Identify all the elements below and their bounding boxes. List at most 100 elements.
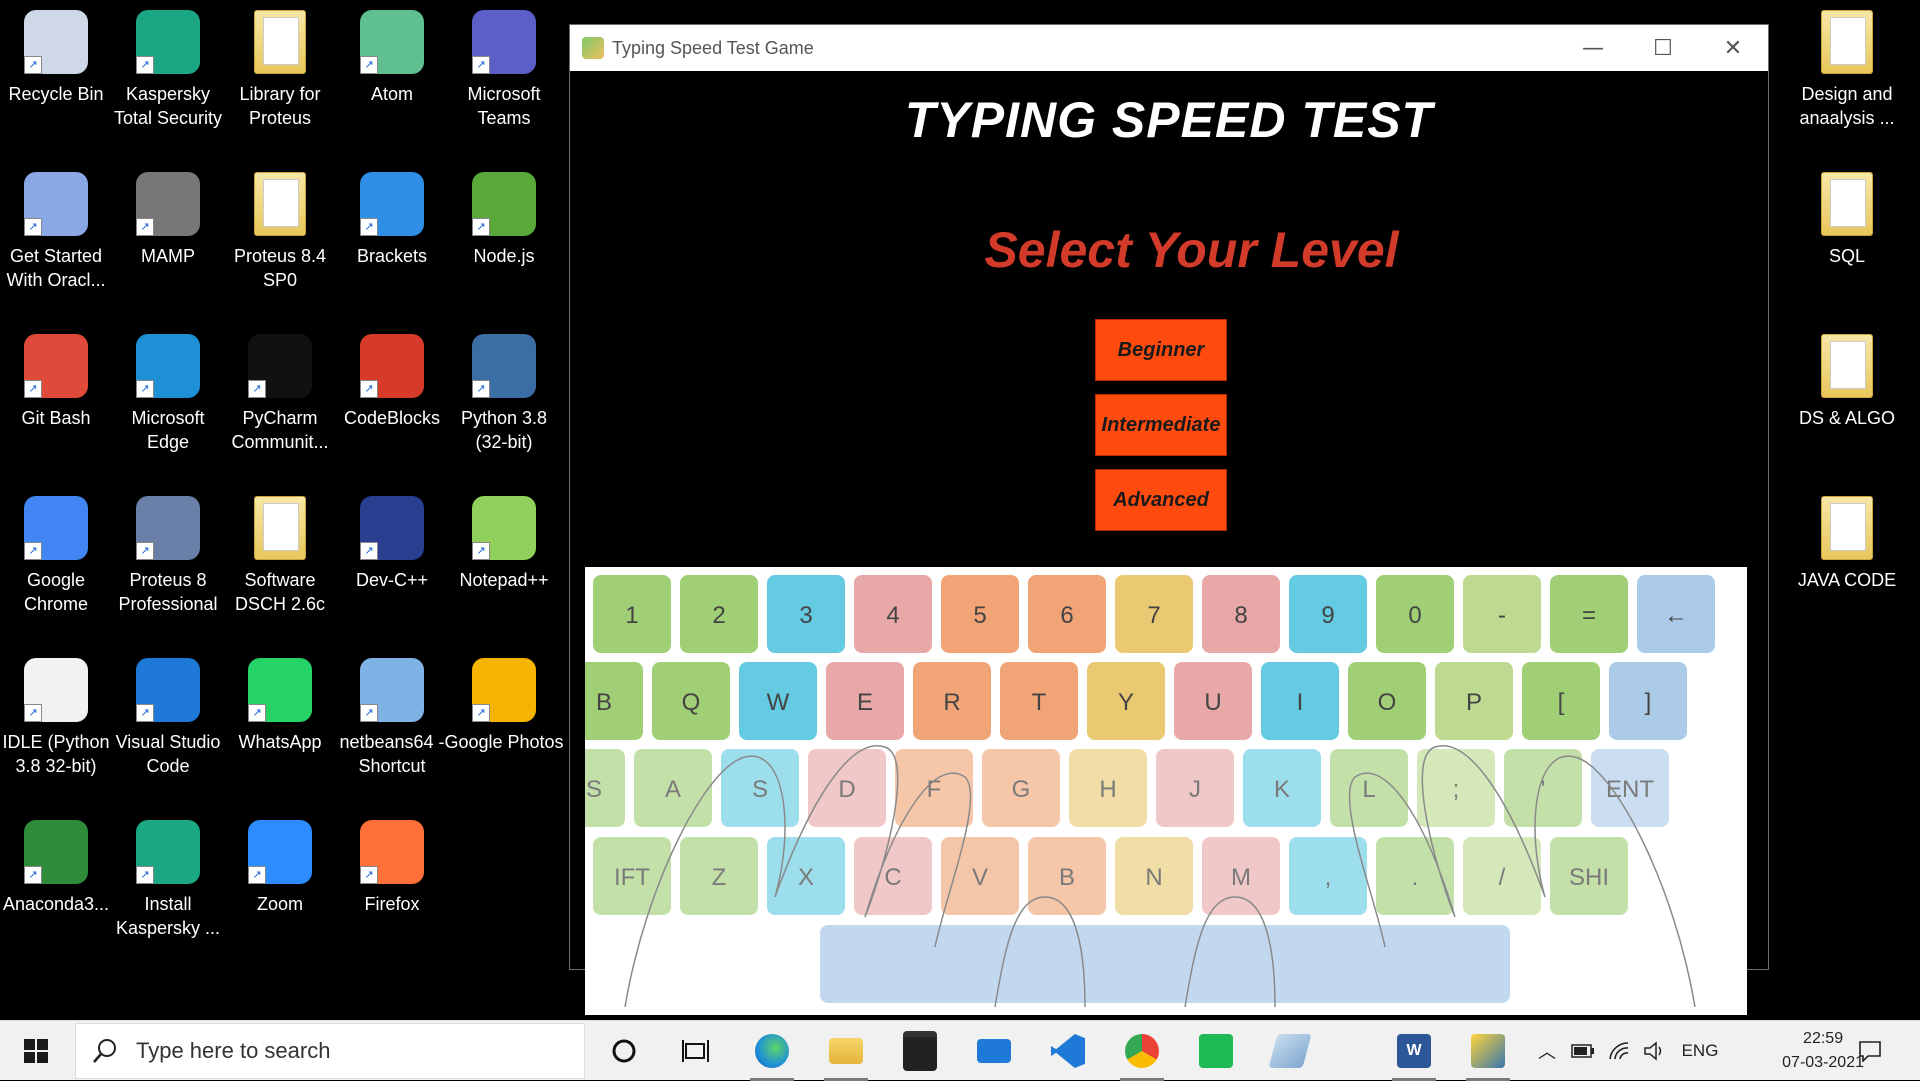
desktop-icon-zoom[interactable]: ↗ Zoom (224, 818, 336, 916)
desktop-icon-whatsapp[interactable]: ↗ WhatsApp (224, 656, 336, 754)
desktop-icon-microsoft-teams[interactable]: ↗ Microsoft Teams (448, 8, 560, 130)
keyboard-key-label: J (1189, 776, 1201, 803)
wifi-icon (1609, 1042, 1629, 1060)
shortcut-arrow-icon: ↗ (360, 704, 378, 722)
desktop-icon-label: Recycle Bin (8, 84, 104, 104)
desktop-icon-label: PyCharm Communit... (231, 408, 329, 452)
desktop-icon-firefox[interactable]: ↗ Firefox (336, 818, 448, 916)
desktop-icon-codeblocks[interactable]: ↗ CodeBlocks (336, 332, 448, 430)
start-button[interactable] (0, 1021, 72, 1081)
folder-icon (246, 170, 314, 238)
beginner-button[interactable]: Beginner (1095, 319, 1227, 381)
desktop-icon-java-code[interactable]: JAVA CODE (1791, 494, 1903, 592)
notification-icon (1859, 1041, 1881, 1062)
intermediate-button[interactable]: Intermediate (1095, 394, 1227, 456)
keyboard-key-label: 9 (1321, 602, 1334, 629)
oracle-xe-icon: ↗ (22, 170, 90, 238)
keyboard-key-label: / (1499, 864, 1506, 891)
desktop-icon-notepad[interactable]: ↗ Notepad++ (448, 494, 560, 592)
desktop-icon-python-3-8-32-bit[interactable]: ↗ Python 3.8 (32-bit) (448, 332, 560, 454)
taskbar-spotify[interactable] (1186, 1021, 1246, 1081)
advanced-button[interactable]: Advanced (1095, 469, 1227, 531)
window-titlebar[interactable]: Typing Speed Test Game — ☐ ✕ (570, 25, 1768, 71)
close-button[interactable]: ✕ (1698, 25, 1768, 71)
shortcut-arrow-icon: ↗ (24, 542, 42, 560)
keyboard-key-label: O (1378, 689, 1397, 716)
language-indicator[interactable]: ENG (1678, 1021, 1722, 1081)
desktop-icon-git-bash[interactable]: ↗ Git Bash (0, 332, 112, 430)
keyboard-key (585, 662, 643, 740)
desktop-icon-pycharm-communit[interactable]: ↗ PyCharm Communit... (224, 332, 336, 454)
cortana-button[interactable] (594, 1021, 654, 1081)
desktop-icon-proteus-8-4-sp0[interactable]: Proteus 8.4 SP0 (224, 170, 336, 292)
desktop-icon-google-photos[interactable]: ↗ Google Photos (444, 656, 564, 754)
desktop-icon-recycle-bin[interactable]: ↗ Recycle Bin (0, 8, 112, 106)
taskbar-chrome[interactable] (1112, 1021, 1172, 1081)
desktop-icon-mamp[interactable]: ↗ MAMP (112, 170, 224, 268)
taskbar-search[interactable]: Type here to search (75, 1023, 585, 1079)
desktop-icon-install-kaspersky[interactable]: ↗ Install Kaspersky ... (112, 818, 224, 940)
desktop-icon-get-started-with-oracl[interactable]: ↗ Get Started With Oracl... (0, 170, 112, 292)
keyboard-image: 1234567890-=←BQWERTYUIOP[]PSASDFGHJKL;'E… (585, 567, 1747, 1015)
desktop-icon-google-chrome[interactable]: ↗ Google Chrome (0, 494, 112, 616)
keyboard-key-label: A (665, 776, 681, 803)
shortcut-arrow-icon: ↗ (248, 704, 266, 722)
desktop-icon-ds-algo[interactable]: DS & ALGO (1791, 332, 1903, 430)
desktop-icon-label: DS & ALGO (1798, 408, 1896, 428)
desktop-icon-node-js[interactable]: ↗ Node.js (448, 170, 560, 268)
desktop-icon-microsoft-edge[interactable]: ↗ Microsoft Edge (112, 332, 224, 454)
keyboard-key-label: IFT (614, 864, 650, 891)
shortcut-arrow-icon: ↗ (136, 218, 154, 236)
taskbar-python-app[interactable] (1458, 1021, 1518, 1081)
desktop-icon-brackets[interactable]: ↗ Brackets (336, 170, 448, 268)
desktop-icon-design-and-anaalysis[interactable]: Design and anaalysis ... (1791, 8, 1903, 130)
folder-shape (254, 10, 306, 74)
folder-shape (1821, 334, 1873, 398)
proteus-icon: ↗ (134, 494, 202, 562)
battery-status[interactable] (1568, 1021, 1598, 1081)
shortcut-arrow-icon: ↗ (472, 218, 490, 236)
recycle-bin-icon: ↗ (22, 8, 90, 76)
volume-control[interactable] (1640, 1021, 1670, 1081)
network-status[interactable] (1604, 1021, 1634, 1081)
keyboard-key-label: 1 (625, 602, 638, 629)
desktop-icon-proteus-8-professional[interactable]: ↗ Proteus 8 Professional (112, 494, 224, 616)
taskbar-store[interactable] (890, 1021, 950, 1081)
desktop-icon-label: JAVA CODE (1797, 570, 1897, 590)
taskbar-notes[interactable] (1260, 1021, 1320, 1081)
desktop-icon-netbeans64-shortcut[interactable]: ↗ netbeans64 - Shortcut (336, 656, 448, 778)
shortcut-arrow-icon: ↗ (136, 866, 154, 884)
keyboard-key-label: H (1099, 776, 1116, 803)
desktop-icon-label: Python 3.8 (32-bit) (460, 408, 548, 452)
keyboard-key-label: . (1412, 864, 1419, 891)
search-icon (93, 1039, 116, 1063)
minimize-button[interactable]: — (1558, 25, 1628, 71)
taskbar-word[interactable]: W (1384, 1021, 1444, 1081)
shortcut-arrow-icon: ↗ (136, 56, 154, 74)
maximize-button[interactable]: ☐ (1628, 25, 1698, 71)
action-center-button[interactable] (1848, 1021, 1892, 1081)
desktop-icon-label: Zoom (256, 894, 303, 914)
desktop-icon-software-dsch-2-6c[interactable]: Software DSCH 2.6c (224, 494, 336, 616)
desktop-icon-atom[interactable]: ↗ Atom (336, 8, 448, 106)
keyboard-key-label: 5 (973, 602, 986, 629)
desktop-icon-anaconda3[interactable]: ↗ Anaconda3... (0, 818, 112, 916)
desktop-icon-label: Google Chrome (23, 570, 89, 614)
taskbar-vscode[interactable] (1038, 1021, 1098, 1081)
task-view-button[interactable] (666, 1021, 726, 1081)
desktop-icon-dev-c[interactable]: ↗ Dev-C++ (336, 494, 448, 592)
desktop-icon-idle-python-3-8-32-bit[interactable]: ↗ IDLE (Python 3.8 32-bit) (0, 656, 112, 778)
taskbar-file-explorer[interactable] (816, 1021, 876, 1081)
taskbar-edge[interactable] (742, 1021, 802, 1081)
desktop-icon-label: Node.js (473, 246, 535, 266)
keyboard-key-label: Y (1118, 689, 1134, 716)
desktop-icon-library-for-proteus[interactable]: Library for Proteus (224, 8, 336, 130)
taskbar-mail[interactable] (964, 1021, 1024, 1081)
desktop-icon-visual-studio-code[interactable]: ↗ Visual Studio Code (112, 656, 224, 778)
word-icon: W (1397, 1034, 1431, 1068)
show-hidden-icons[interactable]: ︿ (1532, 1021, 1562, 1081)
desktop-icon-sql[interactable]: SQL (1791, 170, 1903, 268)
notepadpp-icon: ↗ (470, 494, 538, 562)
speaker-icon (1644, 1041, 1662, 1061)
desktop-icon-kaspersky-total-security[interactable]: ↗ Kaspersky Total Security (112, 8, 224, 130)
